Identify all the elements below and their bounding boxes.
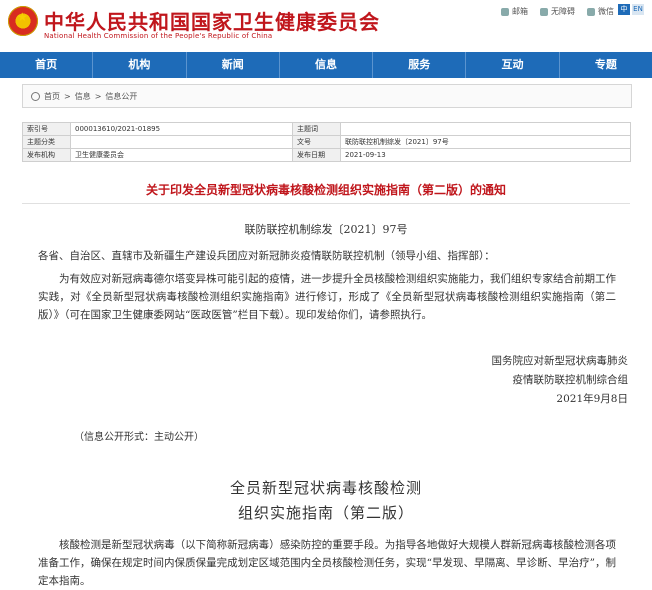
index-value: 000013610/2021-01895 [70,122,293,136]
lang-en-button[interactable]: EN [632,4,644,15]
breadcrumb-disclosure[interactable]: 信息公开 [105,91,137,102]
docno-label: 文号 [292,135,341,149]
index-label: 索引号 [22,122,71,136]
signature-line-1: 国务院应对新型冠状病毒肺炎 [491,355,629,367]
disclosure-form: （信息公开形式：主动公开） [74,432,204,443]
signature-date: 2021年9月8日 [556,393,628,405]
topic-value [340,122,631,136]
nav-item-information[interactable]: 信息 [280,52,374,78]
table-row: 主题分类 文号 联防联控机制综发〔2021〕97号 [22,135,631,149]
org-label: 发布机构 [22,148,71,162]
site-header: 中华人民共和国国家卫生健康委员会 National Health Commiss… [0,0,652,52]
guide-title-line-2: 组织实施指南（第二版） [237,504,414,522]
category-value [70,135,293,149]
accessibility-link[interactable]: 无障碍 [540,6,575,17]
site-subtitle: National Health Commission of the People… [44,32,273,40]
notice-paragraph: 为有效应对新冠病毒德尔塔变异株可能引起的疫情，进一步提升全员核酸检测组织实施能力… [38,273,616,321]
lang-zh-button[interactable]: 中 [618,4,630,15]
date-label: 发布日期 [292,148,341,162]
date-value: 2021-09-13 [340,148,631,162]
table-row: 发布机构 卫生健康委员会 发布日期 2021-09-13 [22,148,631,162]
site-title[interactable]: 中华人民共和国国家卫生健康委员会 [44,6,380,35]
guide-title-line-1: 全员新型冠状病毒核酸检测 [229,479,422,497]
org-value: 卫生健康委员会 [70,148,293,162]
breadcrumb-separator: > [94,92,102,101]
wechat-link[interactable]: 微信 [587,6,614,17]
document-number: 联防联控机制综发〔2021〕97号 [244,223,408,236]
divider [22,203,630,204]
breadcrumb: 首页 > 信息 > 信息公开 [31,91,137,102]
topic-label: 主题词 [292,122,341,136]
document-meta-table: 索引号 000013610/2021-01895 主题词 主题分类 文号 联防联… [22,122,631,162]
wechat-icon [587,7,595,16]
breadcrumb-home[interactable]: 首页 [44,91,60,102]
table-row: 索引号 000013610/2021-01895 主题词 [22,122,631,136]
breadcrumb-bar: 首页 > 信息 > 信息公开 [22,84,632,108]
breadcrumb-information[interactable]: 信息 [75,91,91,102]
language-switch: 中 EN [618,4,644,15]
main-nav: 首页 机构 新闻 信息 服务 互动 专题 [0,52,652,78]
nav-item-interaction[interactable]: 互动 [466,52,560,78]
salutation: 各省、自治区、直辖市及新疆生产建设兵团应对新冠肺炎疫情联防联控机制（领导小组、指… [38,250,495,262]
signature-line-2: 疫情联防联控机制综合组 [512,374,629,386]
nav-item-organization[interactable]: 机构 [93,52,187,78]
national-emblem-icon [8,6,38,36]
document-title: 关于印发全员新型冠状病毒核酸检测组织实施指南（第二版）的通知 [145,183,506,197]
mail-link[interactable]: 邮箱 [501,6,528,17]
accessibility-icon [540,7,548,16]
nav-item-topics[interactable]: 专题 [560,52,652,78]
guide-paragraph: 核酸检测是新型冠状病毒（以下简称新冠病毒）感染防控的重要手段。为指导各地做好大规… [38,539,616,587]
nav-item-home[interactable]: 首页 [0,52,94,78]
nav-item-news[interactable]: 新闻 [187,52,280,78]
nav-item-services[interactable]: 服务 [373,52,467,78]
mail-icon [501,7,509,16]
breadcrumb-separator: > [64,92,71,101]
top-links: 邮箱 无障碍 微信 [501,6,614,17]
docno-value: 联防联控机制综发〔2021〕97号 [340,135,631,149]
home-icon [31,92,40,101]
category-label: 主题分类 [22,135,71,149]
